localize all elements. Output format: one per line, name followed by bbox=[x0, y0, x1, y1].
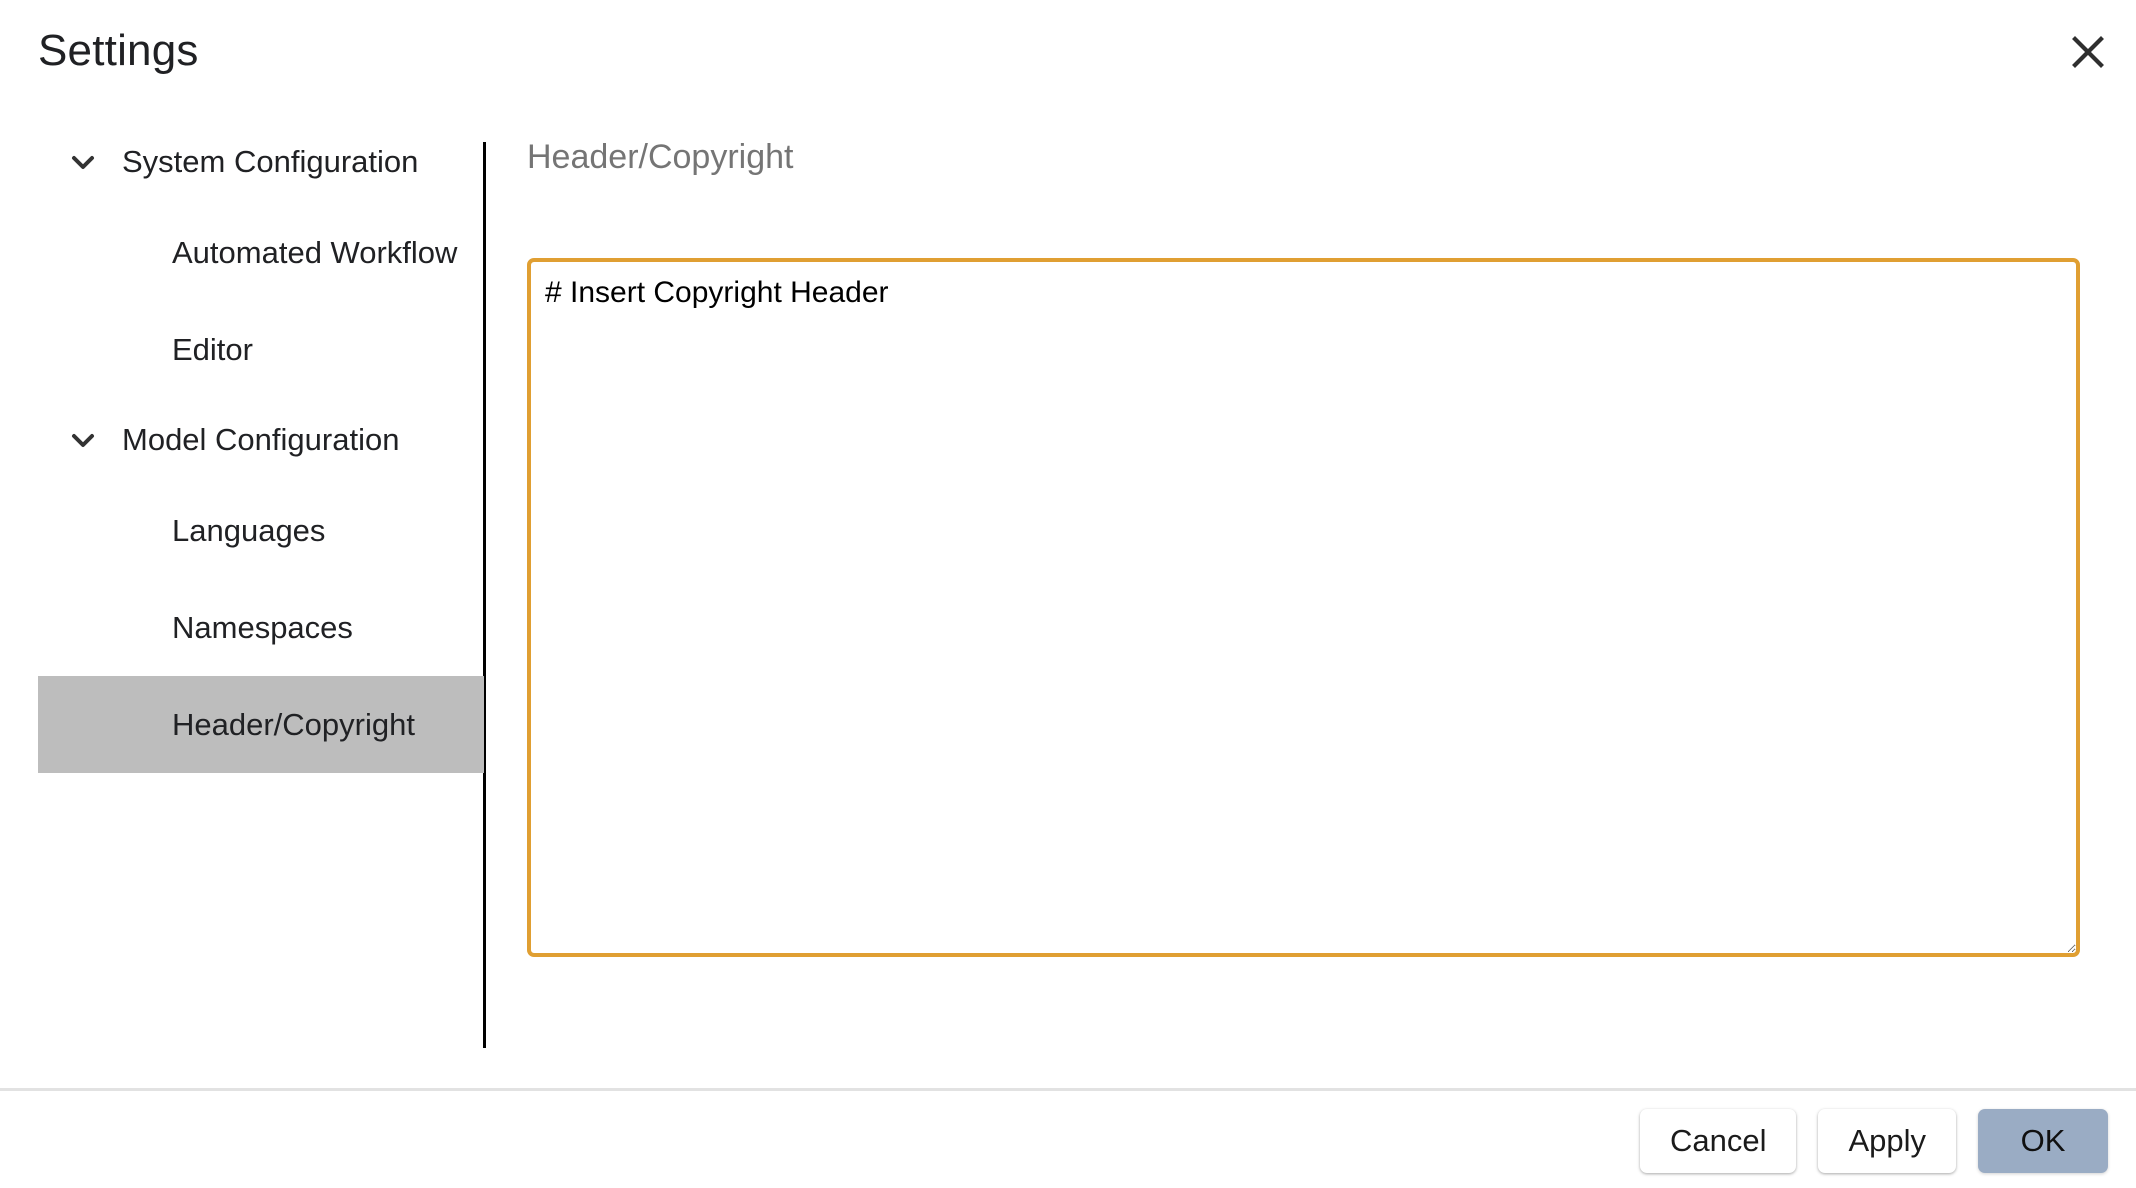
ok-button[interactable]: OK bbox=[1978, 1109, 2108, 1173]
footer-actions: Cancel Apply OK bbox=[1639, 1109, 2108, 1173]
close-button[interactable] bbox=[2062, 26, 2114, 78]
apply-button[interactable]: Apply bbox=[1818, 1109, 1956, 1173]
dialog-body: System Configuration Automated Workflow … bbox=[0, 120, 2136, 1088]
settings-sidebar: System Configuration Automated Workflow … bbox=[0, 120, 484, 1088]
sidebar-item-label: Namespaces bbox=[172, 609, 353, 645]
sidebar-item-label: Header/Copyright bbox=[172, 706, 415, 742]
sidebar-item-label: Languages bbox=[172, 512, 326, 548]
sidebar-group-label: System Configuration bbox=[122, 144, 419, 179]
chevron-down-icon bbox=[60, 425, 106, 455]
sidebar-item-label: Editor bbox=[172, 331, 253, 367]
sidebar-item-languages[interactable]: Languages bbox=[38, 482, 484, 579]
close-icon bbox=[2071, 35, 2105, 69]
dialog-footer: Cancel Apply OK bbox=[0, 1091, 2136, 1188]
settings-dialog: Settings System Configuration Automated … bbox=[0, 0, 2136, 1188]
dialog-titlebar: Settings bbox=[0, 0, 2136, 120]
sidebar-item-label: Automated Workflow bbox=[172, 234, 458, 270]
sidebar-item-namespaces[interactable]: Namespaces bbox=[38, 579, 484, 676]
panel-title: Header/Copyright bbox=[527, 138, 794, 176]
sidebar-item-automated-workflow[interactable]: Automated Workflow bbox=[38, 204, 484, 301]
settings-content-pane: Header/Copyright bbox=[483, 120, 2136, 1088]
chevron-down-icon bbox=[60, 147, 106, 177]
sidebar-item-editor[interactable]: Editor bbox=[38, 301, 484, 398]
sidebar-group-model-configuration[interactable]: Model Configuration bbox=[38, 398, 484, 482]
sidebar-group-label: Model Configuration bbox=[122, 422, 400, 457]
header-copyright-textarea[interactable] bbox=[527, 258, 2080, 957]
sidebar-item-header-copyright[interactable]: Header/Copyright bbox=[38, 676, 484, 773]
cancel-button[interactable]: Cancel bbox=[1639, 1109, 1797, 1173]
sidebar-group-system-configuration[interactable]: System Configuration bbox=[38, 120, 484, 204]
page-title: Settings bbox=[38, 26, 199, 75]
